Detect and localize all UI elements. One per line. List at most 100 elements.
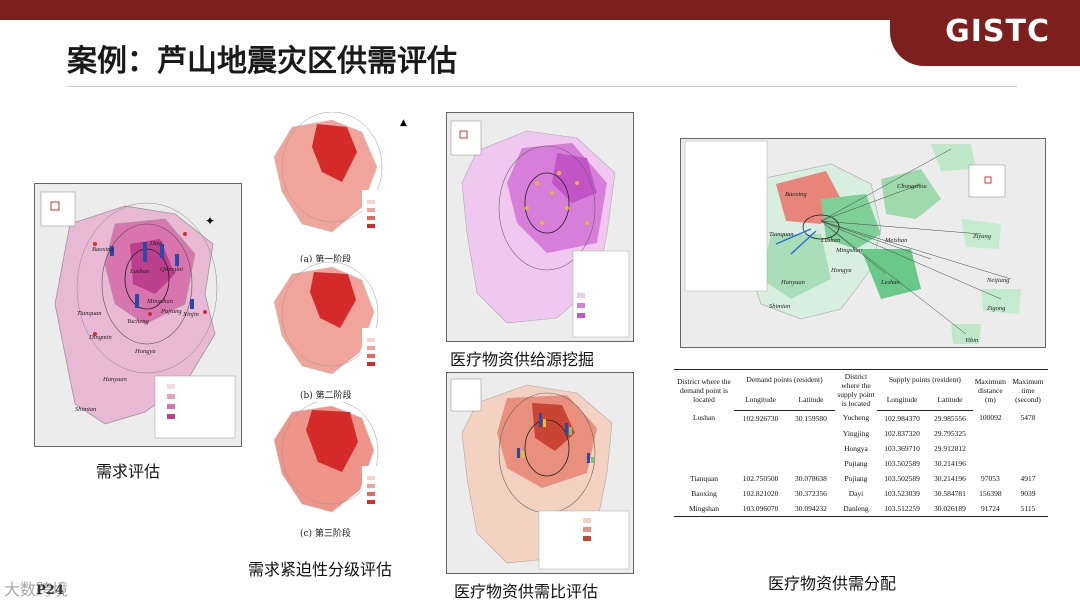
table-cell [674,441,734,456]
map-label: Hongya [831,267,852,274]
map-label: Baoxing [785,191,807,198]
table-cell: 102.984370 [884,413,920,423]
slide-title: 案例：芦山地震灾区供需评估 [67,44,457,79]
map-label: Tianquan [769,231,794,238]
table-cell [973,426,1008,441]
map-label: Hongya [135,348,156,355]
map-label: Qionglai [160,266,184,273]
table-cell: Dayi [848,488,864,498]
table-cell [787,456,835,471]
page-number: P24 [36,583,64,598]
allocation-map-labels: Baoxing Chongzhou Tianquan Lushan Mingsh… [681,139,1045,347]
table-row: Mingshan 103.096070 30.094232 Danleng 103.51… [674,500,1048,517]
table-cell: 30.372356 [795,488,827,498]
table-cell: Baoxing [691,488,717,498]
map-label: Dayi [150,240,163,247]
table-cell: 29.985556 [934,413,966,423]
table-cell: 103.523039 [884,488,920,498]
allocation-map: Baoxing Chongzhou Tianquan Lushan Mingsh… [680,138,1046,348]
table-cell: 156398 [979,488,1002,498]
table-row: Pujiang 103.502589 30.214196 [674,456,1048,471]
table-cell: 97053 [981,473,1000,483]
map-label: Hanyuan [781,279,805,286]
table-cell: 29.795325 [934,428,966,438]
table-cell: 29.912812 [934,443,966,453]
compass-north-icon: ▲ [400,118,407,128]
table-cell: 30.078638 [795,473,827,483]
table-cell: Danleng [834,500,877,517]
table-cell: 103.502589 [884,458,920,468]
table-cell [787,441,835,456]
map-label: Chongzhou [897,183,927,190]
table-cell: Hongya [844,443,868,453]
table-header: Demand points (resident) [734,368,835,390]
table-row: Lushan 102.926730 30.159580 Yucheng 102.9843… [674,410,1048,426]
table-cell [734,441,787,456]
demand-map-labels: Baoxing Dayi Lushan Qionglai Tianquan Mi… [35,184,241,446]
allocation-table-body: Lushan 102.926730 30.159580 Yucheng 102.9843… [674,410,1048,517]
map-label: Yucheng [127,318,149,325]
table-header: Longitude [876,389,928,411]
table-cell: Lushan [692,413,716,423]
supply-demand-ratio-caption: 医疗物资供需比评估 [454,582,599,601]
table-header: District where the demand point is locat… [674,369,734,410]
table-cell: 103.096070 [734,500,787,517]
table-header: Supply points (resident) [876,368,973,390]
table-cell: 102.926730 [742,413,779,423]
table-cell: 30.159580 [795,413,827,423]
table-header: Maximum distance (m) [972,369,1008,410]
urgency-caption-c: (c) 第三阶段 [300,529,351,539]
table-cell: Yingjing [842,428,870,438]
table-cell: 103.512259 [876,500,928,517]
map-label: Ziyang [973,233,992,240]
table-cell: 30.026189 [927,500,973,517]
table-row: Baoxing 102.821020 30.372356 Dayi 103.523039… [674,486,1048,501]
map-label: Xinjin [183,311,199,318]
table-cell [734,456,787,471]
table-cell [787,426,835,441]
table-header: Latitude [787,389,835,411]
table-header: Longitude [734,389,787,411]
table-header: Maximum time (second) [1008,369,1048,410]
table-row: Tianquan 102.750500 30.078638 Pujiang 103.50… [674,471,1048,486]
table-row: Yingjing 102.837320 29.795325 [674,426,1048,441]
table-cell [1008,441,1048,456]
demand-map: ✦ Baoxing Dayi Lushan Qionglai Tianquan … [34,183,242,447]
supply-source-map [446,112,634,342]
urgency-map-a: ▲ [262,111,412,247]
gistc-logo: GISTC [945,14,1050,49]
map-label: Hanyuan [103,376,127,383]
map-label: Dingmin [89,334,112,341]
urgency-caption: 需求紧迫性分级评估 [248,560,393,579]
table-cell: 103.369710 [884,443,920,453]
map-label: Shimian [75,406,97,413]
map-label: Meishan [885,237,908,244]
logo-tab: GISTC [890,0,1080,66]
table-row: Hongya 103.369710 29.912812 [674,441,1048,456]
urgency-caption-b: (b) 第二阶段 [300,391,352,401]
map-label: Lushan [130,268,150,275]
table-cell [674,426,734,441]
table-cell: 100092 [979,413,1002,423]
table-cell: 5115 [1008,500,1048,517]
supply-source-caption: 医疗物资供给源挖掘 [450,350,595,369]
map-label: Mingshan [147,298,173,305]
table-header: Latitude [927,389,973,411]
urgency-map-c [262,399,412,524]
table-cell: 9039 [1020,488,1036,498]
table-cell: Yucheng [842,413,870,423]
table-cell: 30.094232 [787,500,835,517]
urgency-map-b [262,261,412,387]
table-cell [973,456,1008,471]
table-header: District where the supply point is locat… [834,369,877,410]
table-cell: 30.584781 [934,488,966,498]
table-cell: 30.214196 [934,473,966,483]
map-label: Yibin [965,337,979,344]
map-label: Lushan [821,237,841,244]
table-cell [1008,426,1048,441]
table-cell: Tianquan [689,473,719,483]
table-cell: 102.821020 [742,488,779,498]
allocation-table: District where the demand point is locat… [674,368,1048,517]
table-cell [973,441,1008,456]
map-label: Tianquan [77,310,102,317]
